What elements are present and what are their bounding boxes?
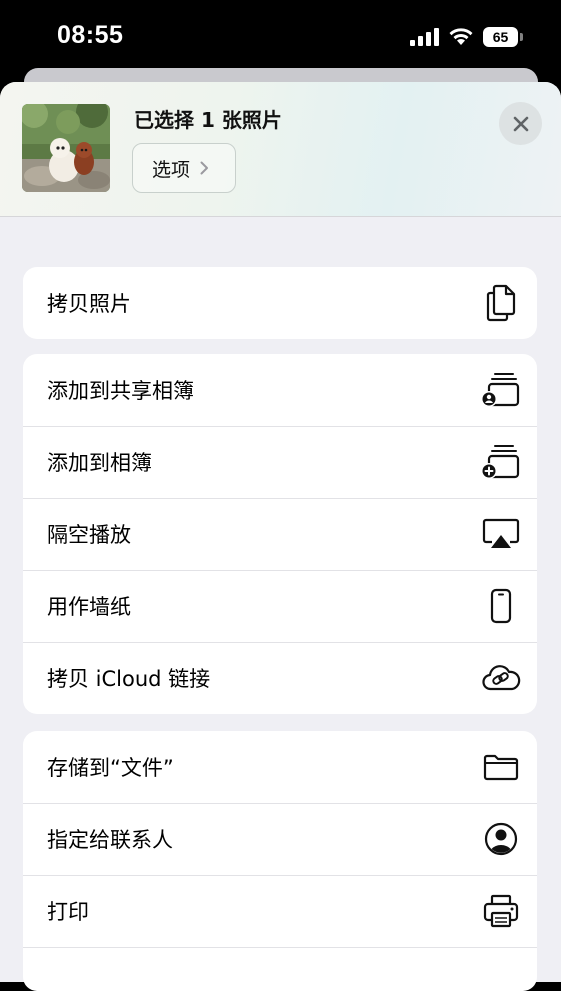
action-wallpaper[interactable]: 用作墙纸 [23, 570, 537, 642]
action-print[interactable]: 打印 [23, 875, 537, 947]
close-button[interactable] [499, 102, 542, 145]
icloud-link-icon [479, 656, 523, 700]
action-add-album[interactable]: 添加到相簿 [23, 426, 537, 498]
selection-title: 已选择 1 张照片 [134, 108, 282, 132]
battery-indicator: 65 [483, 27, 518, 47]
cellular-signal-icon [410, 28, 439, 46]
action-label: 拷贝照片 [47, 292, 131, 316]
options-label: 选项 [152, 158, 191, 181]
action-save-to-files[interactable]: 存储到“文件” [23, 731, 537, 803]
action-label: 隔空播放 [47, 523, 131, 547]
action-label: 添加到相簿 [47, 451, 152, 475]
action-airplay[interactable]: 隔空播放 [23, 498, 537, 570]
action-add-shared-album[interactable]: 添加到共享相簿 [23, 354, 537, 426]
action-label: 拷贝 iCloud 链接 [47, 667, 211, 691]
action-label: 打印 [47, 900, 89, 924]
add-album-icon [479, 440, 523, 484]
action-row-partial[interactable] [23, 947, 537, 991]
action-label: 指定给联系人 [47, 828, 173, 852]
options-button[interactable]: 选项 [132, 143, 236, 193]
status-bar: 08:55 65 [0, 0, 561, 70]
action-group-album: 添加到共享相簿 添加到相簿 隔空播放 用作墙纸 拷贝 iCloud 链接 [23, 354, 537, 714]
shared-album-icon [479, 368, 523, 412]
status-time: 08:55 [57, 21, 124, 49]
copy-icon [479, 281, 523, 325]
photo-thumbnail [22, 104, 110, 192]
action-label: 添加到共享相簿 [47, 379, 194, 403]
contact-icon [479, 817, 523, 861]
airplay-icon [479, 512, 523, 556]
wifi-icon [449, 28, 473, 45]
iphone-icon [479, 584, 523, 628]
close-icon [513, 116, 528, 131]
share-sheet-header: 已选择 1 张照片 选项 [0, 82, 561, 217]
action-copy-icloud-link[interactable]: 拷贝 iCloud 链接 [23, 642, 537, 714]
action-label: 存储到“文件” [47, 756, 174, 780]
action-label: 用作墙纸 [47, 595, 131, 619]
action-group-more: 存储到“文件” 指定给联系人 打印 [23, 731, 537, 991]
folder-icon [479, 745, 523, 789]
action-assign-contact[interactable]: 指定给联系人 [23, 803, 537, 875]
printer-icon [479, 889, 523, 933]
action-group-copy: 拷贝照片 [23, 267, 537, 339]
action-copy-photo[interactable]: 拷贝照片 [23, 267, 537, 339]
battery-tip [520, 33, 523, 41]
chevron-right-icon [200, 161, 209, 175]
